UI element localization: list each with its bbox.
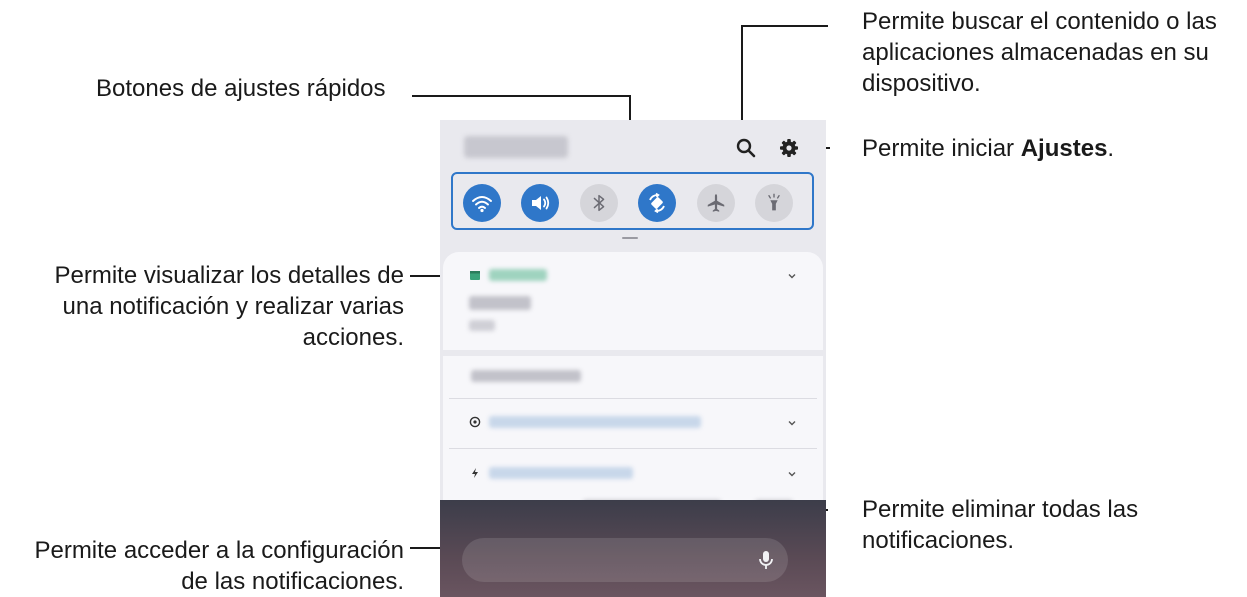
silent-notifications-header [471,370,581,382]
notification-callout-line-3: acciones. [302,324,404,351]
airplane-mode-toggle[interactable] [697,184,735,222]
search-callout-line [741,25,828,135]
notification-callout-line-1: Permite visualizar los detalles de [54,262,405,289]
silent-notification-text [489,416,701,428]
calendar-icon [470,271,480,280]
chevron-down-icon[interactable] [787,469,797,479]
auto-rotate-icon [649,192,665,214]
notif-settings-callout-line-2: de las notificaciones. [181,568,404,595]
chevron-down-icon[interactable] [787,271,797,281]
gear-icon[interactable] [777,136,801,160]
notification-callout: Permite visualizar los detalles de una n… [55,260,405,353]
phone-screen [440,120,826,597]
notification-title [469,296,531,310]
flash-icon [472,468,478,478]
clear-callout-line-1: Permite eliminar todas las [862,496,1139,523]
notification-callout-line-2: una notificación y realizar varias [62,293,405,320]
sound-icon [532,196,550,210]
settings-callout: Permite iniciar Ajustes. [862,133,1114,164]
bluetooth-toggle[interactable] [580,184,618,222]
search-icon[interactable] [734,136,758,160]
notif-settings-callout-line-1: Permite acceder a la configuración [34,537,404,564]
search-callout-line-3: dispositivo. [862,70,981,97]
airplane-mode-icon [707,194,725,212]
bluetooth-icon [593,194,605,212]
notification-card[interactable] [443,252,823,350]
settings-callout-bold: Ajustes [1020,135,1108,162]
quick-settings-callout: Botones de ajustes rápidos [96,75,386,102]
flashlight-icon [768,193,780,211]
divider [449,398,817,399]
clear-callout-line-2: notificaciones. [862,527,1015,554]
settings-callout-prefix: Permite iniciar [862,135,1021,162]
settings-callout-suffix: . [1107,135,1115,162]
panel-handle[interactable] [622,237,638,239]
app-icon [469,416,481,428]
wifi-icon [472,196,492,213]
notification-time [469,320,495,331]
chevron-down-icon[interactable] [787,418,797,428]
microphone-icon[interactable] [754,548,778,572]
search-bar[interactable] [462,538,788,582]
auto-rotate-toggle[interactable] [638,184,676,222]
notif-settings-callout: Permite acceder a la configuración de la… [34,535,404,597]
quick-settings-row [451,172,814,230]
search-callout: Permite buscar el contenido o las aplica… [862,6,1217,99]
notification-app-name [489,269,547,281]
search-callout-line-1: Permite buscar el contenido o las [862,8,1217,35]
silent-notification-text [489,467,633,479]
search-callout-line-2: aplicaciones almacenadas en su [862,39,1209,66]
sound-toggle[interactable] [521,184,559,222]
flashlight-toggle[interactable] [755,184,793,222]
date-time [464,136,568,158]
wifi-toggle[interactable] [463,184,501,222]
clear-callout: Permite eliminar todas las notificacione… [862,494,1138,556]
divider [449,448,817,449]
